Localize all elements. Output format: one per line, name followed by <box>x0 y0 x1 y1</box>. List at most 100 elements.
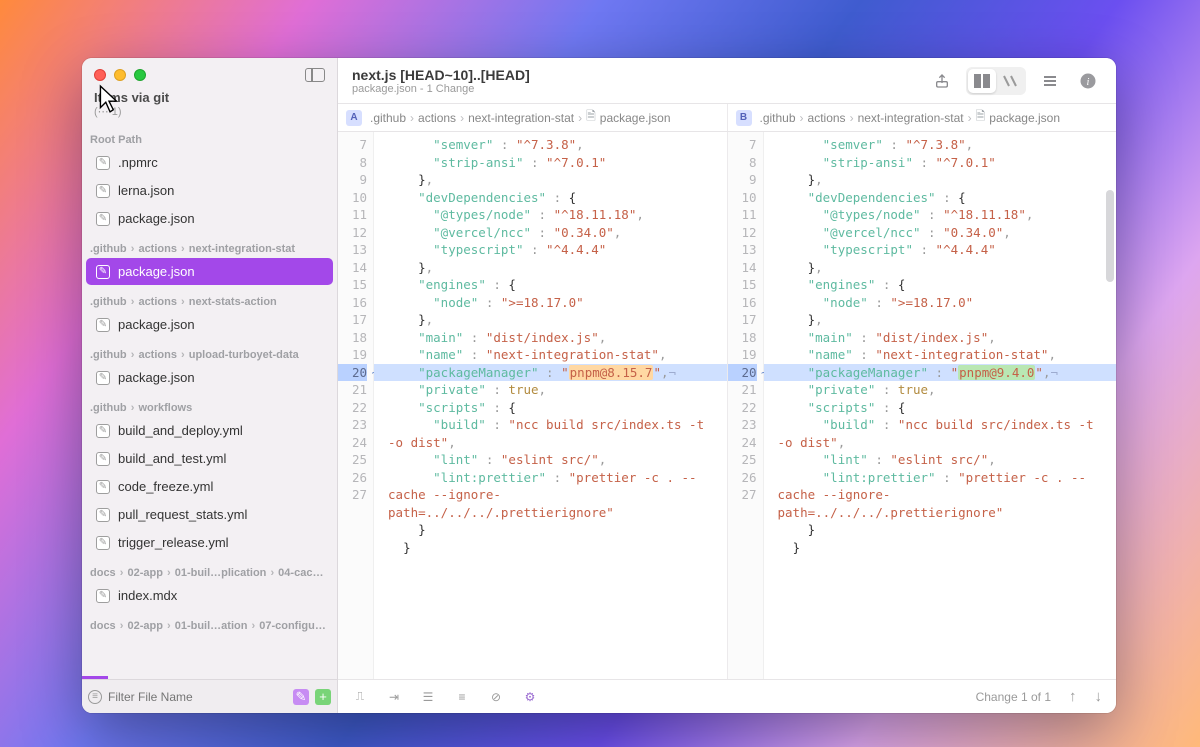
code-line[interactable]: "semver" : "^7.3.8", <box>778 136 1109 154</box>
code-line[interactable]: "packageManager" : "pnpm@8.15.7",¬ <box>374 364 727 382</box>
file-item[interactable]: ✎package.json <box>86 364 333 391</box>
code-a[interactable]: "semver" : "^7.3.8", "strip-ansi" : "^7.… <box>374 132 727 679</box>
file-item[interactable]: ✎.npmrc <box>86 149 333 176</box>
file-item[interactable]: ✎index.mdx <box>86 582 333 609</box>
list-icon[interactable] <box>1036 69 1064 93</box>
crumb-segment: actions <box>808 111 846 125</box>
file-item[interactable]: ✎ build_and_deploy.yml <box>86 417 333 444</box>
file-label: build_and_deploy.yml <box>118 423 243 438</box>
window-controls <box>82 58 337 84</box>
code-line[interactable]: "private" : true, <box>388 381 719 399</box>
code-b[interactable]: "semver" : "^7.3.8", "strip-ansi" : "^7.… <box>764 132 1117 679</box>
code-line[interactable]: } <box>388 521 719 539</box>
footer: ⎍ ⇥ ☰ ≡ ⊘ ⚙ Change 1 of 1 ↑ ↓ <box>338 679 1116 713</box>
code-line[interactable]: } <box>778 521 1109 539</box>
code-line[interactable]: "strip-ansi" : "^7.0.1" <box>778 154 1109 172</box>
code-line[interactable]: }, <box>778 171 1109 189</box>
code-line[interactable]: }, <box>388 259 719 277</box>
file-item[interactable]: ✎pull_request_stats.yml <box>86 501 333 528</box>
code-line[interactable]: }, <box>388 171 719 189</box>
file-item[interactable]: ✎package.json <box>86 205 333 232</box>
code-line[interactable]: "lint" : "eslint src/", <box>388 451 719 469</box>
modified-badge-icon: ✎ <box>96 536 110 550</box>
code-line[interactable]: "scripts" : { <box>778 399 1109 417</box>
modified-badge-icon: ✎ <box>96 452 110 466</box>
section-heading: docs › 02-app › 01-buil…ation › 07-confi… <box>82 610 337 634</box>
code-line[interactable]: "name" : "next-integration-stat", <box>778 346 1109 364</box>
code-line[interactable]: "main" : "dist/index.js", <box>778 329 1109 347</box>
file-item[interactable]: ✎package.json <box>86 311 333 338</box>
next-change-button[interactable]: ↓ <box>1095 688 1103 705</box>
filter-input[interactable] <box>108 690 287 704</box>
modified-badge-icon: ✎ <box>96 424 110 438</box>
code-line[interactable]: "lint:prettier" : "prettier -c . --cache… <box>388 469 719 522</box>
pane-pill: B <box>736 110 752 126</box>
breadcrumb-b[interactable]: B.github › actions › next-integration-st… <box>728 104 1117 131</box>
code-line[interactable]: "main" : "dist/index.js", <box>388 329 719 347</box>
code-line[interactable]: "node" : ">=18.17.0" <box>778 294 1109 312</box>
info-icon[interactable]: i <box>1074 69 1102 93</box>
code-line[interactable]: "devDependencies" : { <box>388 189 719 207</box>
file-item[interactable]: ✎code_freeze.yml <box>86 473 333 500</box>
file-list[interactable]: Root Path✎.npmrc✎lerna.json✎package.json… <box>82 124 337 679</box>
footer-tool-4-icon[interactable]: ≡ <box>454 689 470 705</box>
code-line[interactable]: } <box>778 539 1109 557</box>
footer-tool-5-icon[interactable]: ⊘ <box>488 689 504 705</box>
file-item[interactable]: ✎package.json <box>86 258 333 285</box>
footer-gear-icon[interactable]: ⚙ <box>522 689 538 705</box>
modified-badge-icon: ✎ <box>96 589 110 603</box>
code-line[interactable]: "scripts" : { <box>388 399 719 417</box>
code-line[interactable]: "semver" : "^7.3.8", <box>388 136 719 154</box>
footer-tool-3-icon[interactable]: ☰ <box>420 689 436 705</box>
code-line[interactable]: "name" : "next-integration-stat", <box>388 346 719 364</box>
code-line[interactable]: "packageManager" : "pnpm@9.4.0",¬ <box>764 364 1117 382</box>
file-item[interactable]: ✎trigger_release.yml <box>86 529 333 556</box>
code-line[interactable]: "build" : "ncc build src/index.ts -t -o … <box>388 416 719 451</box>
document-subtitle: package.json - 1 Change <box>352 83 918 95</box>
code-line[interactable]: "strip-ansi" : "^7.0.1" <box>388 154 719 172</box>
breadcrumb-a[interactable]: A.github › actions › next-integration-st… <box>338 104 728 131</box>
section-heading: .github › actions › upload-turboyet-data <box>82 339 337 363</box>
code-line[interactable]: "@types/node" : "^18.11.18", <box>388 206 719 224</box>
filter-icon[interactable]: ≡ <box>88 690 102 704</box>
code-line[interactable]: "node" : ">=18.17.0" <box>388 294 719 312</box>
file-item[interactable]: ✎ lerna.json <box>86 177 333 204</box>
section-heading: .github › actions › next-stats-action <box>82 286 337 310</box>
code-line[interactable]: "@vercel/ncc" : "0.34.0", <box>778 224 1109 242</box>
footer-tool-1-icon[interactable]: ⎍ <box>352 689 368 705</box>
share-icon[interactable] <box>928 69 956 93</box>
minimize-window-button[interactable] <box>114 69 126 81</box>
zoom-window-button[interactable] <box>134 69 146 81</box>
code-line[interactable]: }, <box>778 311 1109 329</box>
code-line[interactable]: "engines" : { <box>778 276 1109 294</box>
code-line[interactable]: }, <box>778 259 1109 277</box>
code-line[interactable]: "@types/node" : "^18.11.18", <box>778 206 1109 224</box>
code-line[interactable]: "lint" : "eslint src/", <box>778 451 1109 469</box>
code-line[interactable]: "devDependencies" : { <box>778 189 1109 207</box>
unified-view-button[interactable] <box>996 69 1024 93</box>
file-label: .npmrc <box>118 155 158 170</box>
code-line[interactable]: "@vercel/ncc" : "0.34.0", <box>388 224 719 242</box>
code-line[interactable]: "lint:prettier" : "prettier -c . --cache… <box>778 469 1109 522</box>
scrollbar[interactable] <box>1106 190 1114 282</box>
change-counter: Change 1 of 1 <box>976 690 1051 704</box>
code-line[interactable]: "engines" : { <box>388 276 719 294</box>
code-line[interactable]: }, <box>388 311 719 329</box>
file-item[interactable]: ✎build_and_test.yml <box>86 445 333 472</box>
code-line[interactable]: "typescript" : "^4.4.4" <box>778 241 1109 259</box>
footer-tool-2-icon[interactable]: ⇥ <box>386 689 402 705</box>
file-label: pull_request_stats.yml <box>118 507 247 522</box>
code-line[interactable]: "build" : "ncc build src/index.ts -t -o … <box>778 416 1109 451</box>
file-label: lerna.json <box>118 183 174 198</box>
close-window-button[interactable] <box>94 69 106 81</box>
code-line[interactable]: "private" : true, <box>778 381 1109 399</box>
prev-change-button[interactable]: ↑ <box>1069 688 1077 705</box>
modified-badge-icon: ✎ <box>96 184 110 198</box>
side-by-side-view-button[interactable] <box>968 69 996 93</box>
tag-edit-icon[interactable]: ✎ <box>293 689 309 705</box>
tag-add-icon[interactable]: + <box>315 689 331 705</box>
toggle-sidebar-icon[interactable] <box>305 68 325 82</box>
code-line[interactable]: } <box>388 539 719 557</box>
section-heading: docs › 02-app › 01-buil…plication › 04-c… <box>82 557 337 581</box>
code-line[interactable]: "typescript" : "^4.4.4" <box>388 241 719 259</box>
